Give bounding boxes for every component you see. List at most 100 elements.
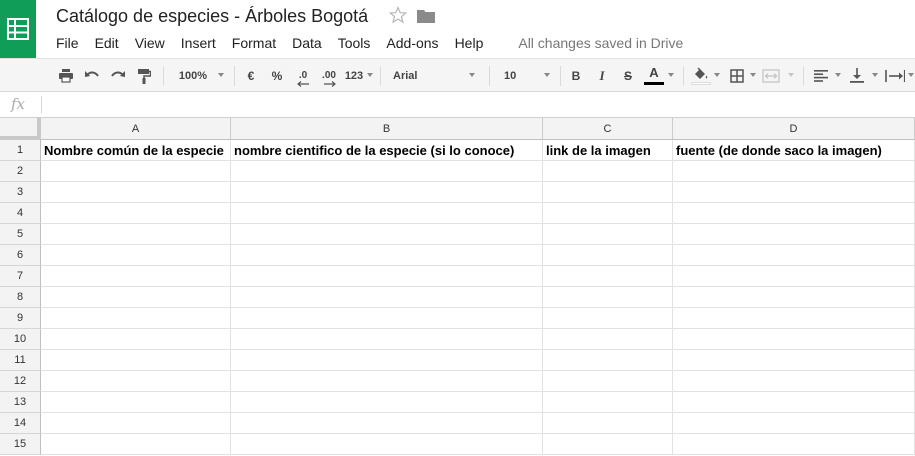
row-header-5[interactable]: 5 [0,224,41,245]
cell-a11[interactable] [41,350,231,371]
cell-c13[interactable] [543,392,673,413]
cell-a2[interactable] [41,161,231,182]
cell-a5[interactable] [41,224,231,245]
cell-c3[interactable] [543,182,673,203]
cell-c4[interactable] [543,203,673,224]
row-header-6[interactable]: 6 [0,245,41,266]
cell-b9[interactable] [231,308,543,329]
row-header-10[interactable]: 10 [0,329,41,350]
cell-b15[interactable] [231,434,543,455]
menu-format[interactable]: Format [232,35,276,51]
cell-c1[interactable]: link de la imagen [543,140,673,161]
cell-a3[interactable] [41,182,231,203]
row-header-12[interactable]: 12 [0,371,41,392]
menu-add-ons[interactable]: Add-ons [386,35,438,51]
cell-d14[interactable] [673,413,915,434]
cell-d3[interactable] [673,182,915,203]
print-icon[interactable] [56,59,76,92]
cell-b1[interactable]: nombre cientifico de la especie (si lo c… [231,140,543,161]
redo-icon[interactable] [108,59,128,92]
row-header-11[interactable]: 11 [0,350,41,371]
decrease-decimals-button[interactable]: .0 [293,59,313,92]
menu-insert[interactable]: Insert [181,35,216,51]
cell-b10[interactable] [231,329,543,350]
row-header-8[interactable]: 8 [0,287,41,308]
cell-b2[interactable] [231,161,543,182]
cell-c10[interactable] [543,329,673,350]
row-header-1[interactable]: 1 [0,140,41,161]
row-header-9[interactable]: 9 [0,308,41,329]
row-header-4[interactable]: 4 [0,203,41,224]
cell-a1[interactable]: Nombre común de la especie [41,140,231,161]
increase-decimals-button[interactable]: .00 [318,59,340,92]
cell-c6[interactable] [543,245,673,266]
italic-button[interactable]: I [594,59,610,92]
row-header-7[interactable]: 7 [0,266,41,287]
cell-b4[interactable] [231,203,543,224]
cell-d2[interactable] [673,161,915,182]
text-wrap-icon[interactable] [884,59,906,92]
cell-c2[interactable] [543,161,673,182]
cell-d7[interactable] [673,266,915,287]
cell-c8[interactable] [543,287,673,308]
cell-c15[interactable] [543,434,673,455]
cell-a8[interactable] [41,287,231,308]
cell-c11[interactable] [543,350,673,371]
menu-edit[interactable]: Edit [95,35,119,51]
cell-d10[interactable] [673,329,915,350]
cell-b14[interactable] [231,413,543,434]
star-icon[interactable] [389,6,407,24]
column-header-a[interactable]: A [41,118,231,140]
cell-d12[interactable] [673,371,915,392]
row-header-3[interactable]: 3 [0,182,41,203]
menu-tools[interactable]: Tools [338,35,371,51]
cell-c7[interactable] [543,266,673,287]
cell-d5[interactable] [673,224,915,245]
cell-a9[interactable] [41,308,231,329]
cell-a14[interactable] [41,413,231,434]
document-title[interactable]: Catálogo de especies - Árboles Bogotá [56,6,368,27]
fill-color-icon[interactable] [690,59,712,92]
cell-b8[interactable] [231,287,543,308]
more-formats-button[interactable]: 123 [342,59,366,92]
text-color-button[interactable]: A [643,59,665,92]
paint-format-icon[interactable] [134,59,154,92]
menu-help[interactable]: Help [455,35,484,51]
borders-icon[interactable] [728,59,746,92]
folder-icon[interactable] [417,9,435,23]
column-header-b[interactable]: B [231,118,543,140]
cell-d13[interactable] [673,392,915,413]
cell-a12[interactable] [41,371,231,392]
cell-a15[interactable] [41,434,231,455]
cell-c9[interactable] [543,308,673,329]
row-header-14[interactable]: 14 [0,413,41,434]
cell-a6[interactable] [41,245,231,266]
cell-a4[interactable] [41,203,231,224]
select-all-corner[interactable] [0,118,41,140]
undo-icon[interactable] [82,59,102,92]
merge-cells-icon[interactable] [760,59,782,92]
cell-b7[interactable] [231,266,543,287]
cell-d6[interactable] [673,245,915,266]
cell-c5[interactable] [543,224,673,245]
cell-a10[interactable] [41,329,231,350]
row-header-15[interactable]: 15 [0,434,41,455]
currency-format-button[interactable]: € [243,59,259,92]
cell-b3[interactable] [231,182,543,203]
menu-view[interactable]: View [135,35,165,51]
cell-d11[interactable] [673,350,915,371]
cell-b13[interactable] [231,392,543,413]
font-size-select[interactable]: 10 [496,59,536,92]
column-header-d[interactable]: D [673,118,915,140]
font-family-select[interactable]: Arial [388,59,468,92]
save-status[interactable]: All changes saved in Drive [518,35,683,51]
cell-a7[interactable] [41,266,231,287]
cell-c12[interactable] [543,371,673,392]
valign-bottom-icon[interactable] [848,59,866,92]
cell-b6[interactable] [231,245,543,266]
sheets-logo-icon[interactable] [0,0,36,58]
row-header-2[interactable]: 2 [0,161,41,182]
cell-d9[interactable] [673,308,915,329]
cell-b12[interactable] [231,371,543,392]
formula-input[interactable] [46,95,906,114]
